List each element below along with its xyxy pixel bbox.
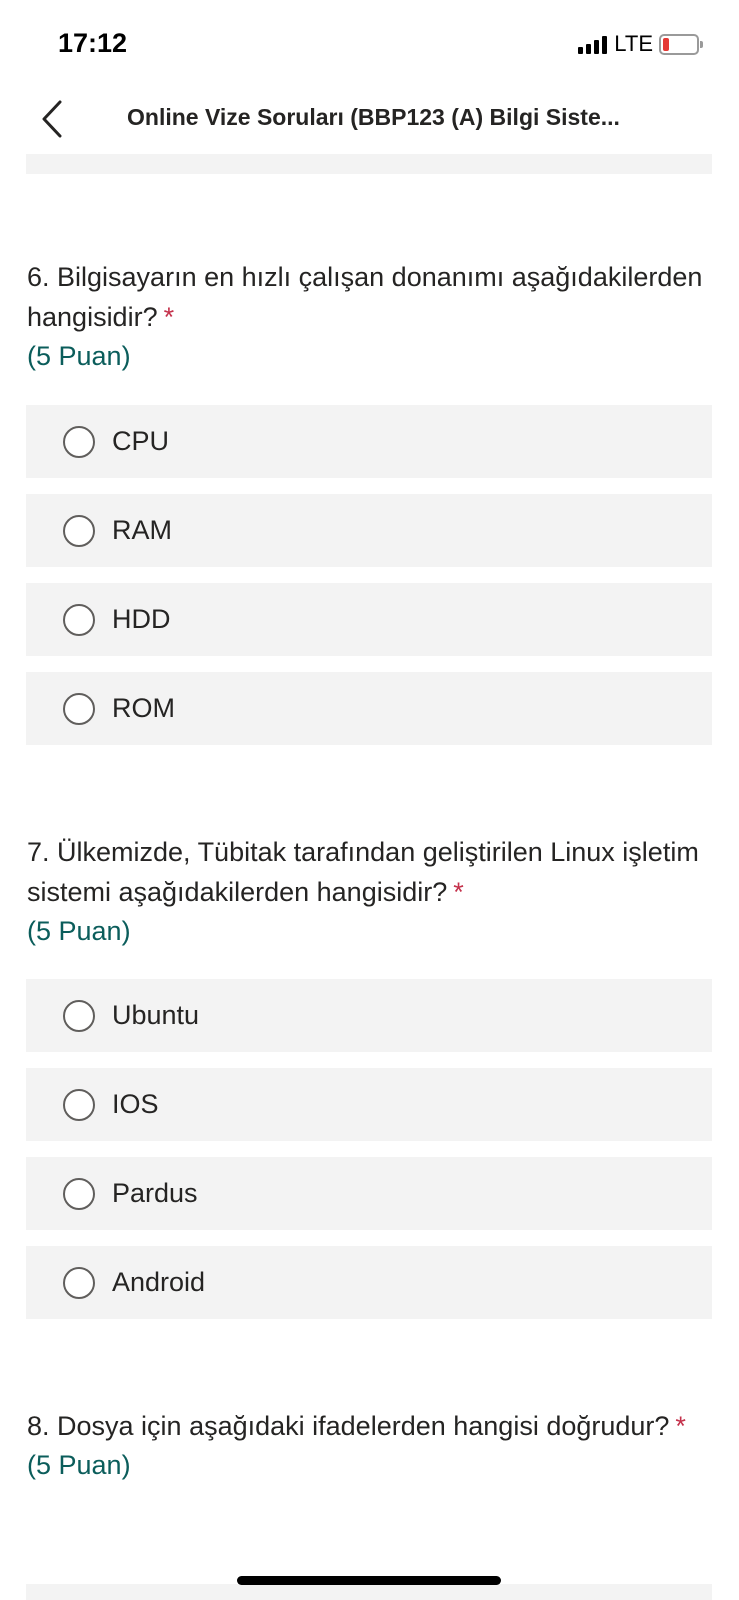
- option-ram[interactable]: RAM: [26, 494, 712, 567]
- option-label: ROM: [112, 693, 175, 723]
- radio-button[interactable]: [63, 999, 95, 1032]
- required-mark: *: [453, 877, 464, 907]
- option-hdd[interactable]: HDD: [26, 583, 712, 656]
- question-text: 7. Ülkemizde, Tübitak tarafından gelişti…: [27, 837, 699, 907]
- question-points: (5 Puan): [27, 916, 131, 946]
- question-6: 6. Bilgisayarın en hızlı çalışan donanım…: [27, 257, 713, 375]
- radio-button[interactable]: [63, 1177, 95, 1210]
- nav-bar: Online Vize Soruları (BBP123 (A) Bilgi S…: [0, 90, 739, 154]
- previous-option-strip: [26, 154, 712, 174]
- question-points: (5 Puan): [27, 1450, 131, 1480]
- radio-button[interactable]: [63, 692, 95, 725]
- option-rom[interactable]: ROM: [26, 672, 712, 745]
- home-indicator[interactable]: [237, 1576, 501, 1585]
- required-mark: *: [675, 1411, 686, 1441]
- radio-button[interactable]: [63, 1088, 95, 1121]
- question-8: 8. Dosya için aşağıdaki ifadelerden hang…: [27, 1406, 713, 1484]
- status-bar: 17:12 LTE: [0, 0, 739, 90]
- radio-button[interactable]: [63, 425, 95, 458]
- option-ios[interactable]: IOS: [26, 1068, 712, 1141]
- radio-button[interactable]: [63, 514, 95, 547]
- option-label: Ubuntu: [112, 1000, 200, 1030]
- option-android[interactable]: Android: [26, 1246, 712, 1319]
- question-points: (5 Puan): [27, 341, 131, 371]
- radio-button[interactable]: [63, 1266, 95, 1299]
- page-title: Online Vize Soruları (BBP123 (A) Bilgi S…: [127, 104, 620, 130]
- option-cpu[interactable]: CPU: [26, 405, 712, 478]
- status-time: 17:12: [58, 28, 128, 58]
- back-button[interactable]: [38, 94, 78, 144]
- radio-button[interactable]: [63, 603, 95, 636]
- option-label: IOS: [112, 1089, 159, 1119]
- option-label: CPU: [112, 426, 170, 456]
- cellular-signal-icon: [578, 34, 608, 54]
- question-text: 8. Dosya için aşağıdaki ifadelerden hang…: [27, 1411, 686, 1441]
- option-label: Android: [112, 1267, 206, 1297]
- option-label: RAM: [112, 515, 172, 545]
- option-label: Pardus: [112, 1178, 198, 1208]
- question-text: 6. Bilgisayarın en hızlı çalışan donanım…: [27, 262, 703, 332]
- option-pardus[interactable]: Pardus: [26, 1157, 712, 1230]
- battery-low-icon: [659, 33, 703, 55]
- option-ubuntu[interactable]: Ubuntu: [26, 979, 712, 1052]
- chevron-left-icon: [42, 100, 62, 138]
- option-label: HDD: [112, 604, 171, 634]
- next-option-strip: [26, 1584, 712, 1600]
- network-type: LTE: [614, 31, 653, 56]
- required-mark: *: [163, 302, 175, 332]
- status-indicators: LTE: [578, 31, 703, 57]
- question-7: 7. Ülkemizde, Tübitak tarafından gelişti…: [27, 832, 713, 950]
